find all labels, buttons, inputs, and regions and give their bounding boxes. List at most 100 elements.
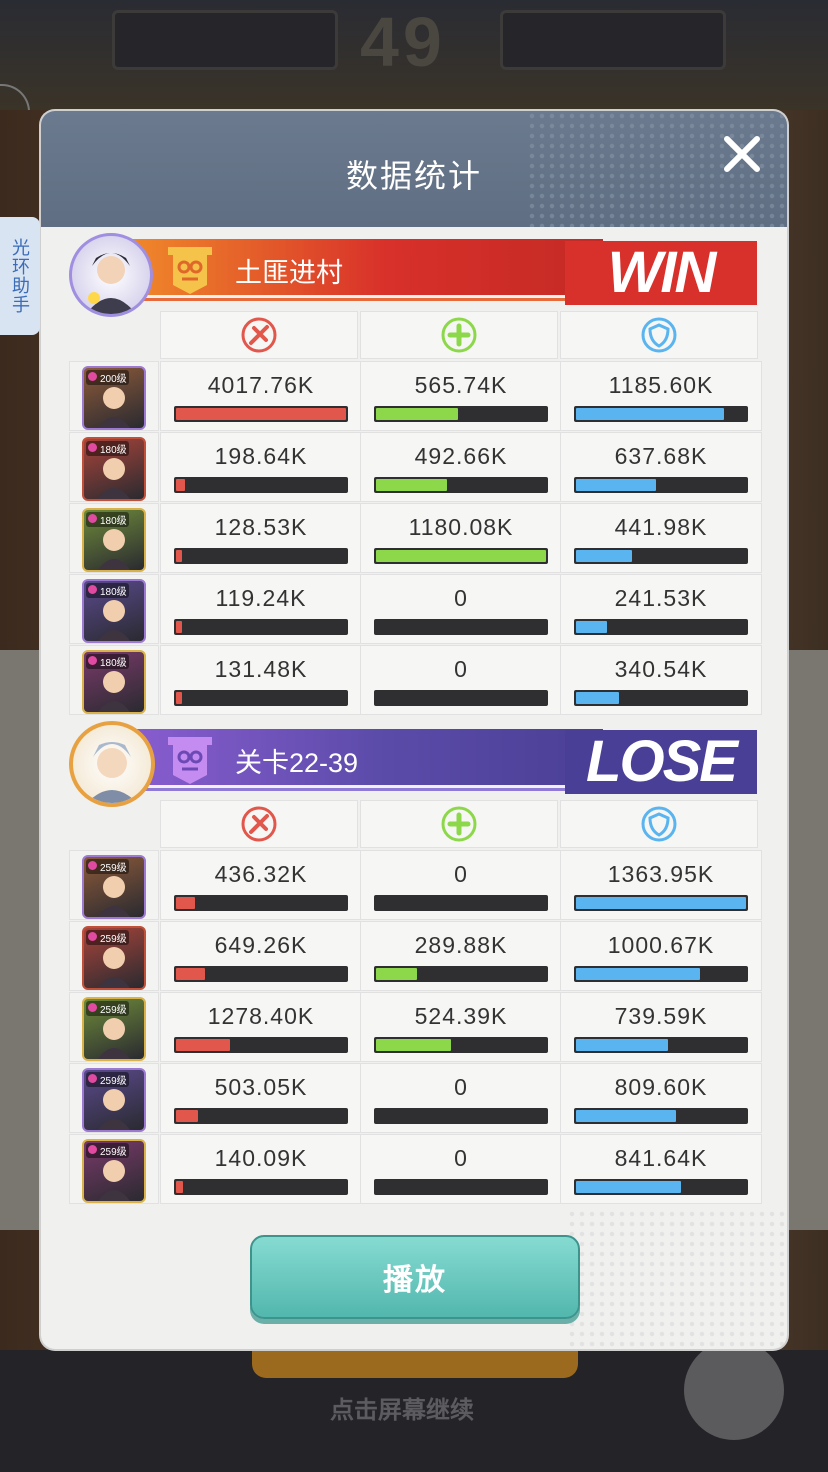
play-button-label: 播放 (383, 1264, 447, 1297)
heal-bar (374, 1037, 548, 1053)
heal-bar-fill (376, 479, 448, 491)
heal-value: 524.39K (414, 1003, 508, 1029)
hero-level-badge: 180级 (86, 583, 129, 598)
heal-value: 0 (454, 585, 468, 611)
hero-portrait[interactable]: 180级 (82, 508, 146, 572)
hero-portrait-cell: 180级 (69, 503, 159, 573)
helper-side-tab[interactable]: 光环助手 (0, 217, 40, 335)
damage-bar-fill (176, 479, 185, 491)
header-heal (360, 800, 558, 848)
shield-bar-fill (576, 550, 633, 562)
hero-stat-row: 259级 140.09K 0 841.64K (69, 1134, 762, 1204)
damage-bar (174, 1037, 348, 1053)
damage-value: 4017.76K (207, 372, 315, 398)
heal-icon (441, 317, 477, 353)
shield-bar-fill (576, 1181, 682, 1193)
player-avatar[interactable] (69, 233, 153, 317)
hero-level-badge: 200级 (86, 370, 129, 385)
shield-bar (574, 1037, 748, 1053)
hero-portrait[interactable]: 259级 (82, 1139, 146, 1203)
hero-portrait[interactable]: 259级 (82, 855, 146, 919)
shield-bar (574, 548, 748, 564)
shield-value: 1000.67K (607, 932, 715, 958)
heal-bar (374, 690, 548, 706)
close-button[interactable] (719, 131, 765, 177)
heal-bar (374, 1179, 548, 1195)
damage-bar-fill (176, 897, 195, 909)
header-shield (560, 800, 758, 848)
damage-bar (174, 895, 348, 911)
shield-icon (641, 317, 677, 353)
hero-stat-row: 200级 4017.76K 565.74K 1185.60K (69, 361, 762, 431)
bg-continue-hint: 点击屏幕继续 (330, 1397, 474, 1424)
damage-cell: 4017.76K (160, 361, 362, 431)
hero-stat-row: 259级 649.26K 289.88K 1000.67K (69, 921, 762, 991)
hero-stat-row: 180级 198.64K 492.66K 637.68K (69, 432, 762, 502)
shield-value: 637.68K (614, 443, 708, 469)
damage-bar (174, 1179, 348, 1195)
heal-cell: 0 (360, 1134, 562, 1204)
hero-stat-row: 259级 436.32K 0 1363.95K (69, 850, 762, 920)
shield-bar-fill (576, 479, 656, 491)
bg-round-number: 49 (360, 3, 446, 81)
heal-value: 0 (454, 1145, 468, 1171)
heal-value: 1180.08K (408, 514, 514, 540)
damage-bar (174, 477, 348, 493)
damage-value: 128.53K (214, 514, 308, 540)
shield-cell: 1363.95K (560, 850, 762, 920)
hero-portrait-cell: 259级 (69, 921, 159, 991)
shield-value: 739.59K (614, 1003, 708, 1029)
team-lose-name: 关卡22-39 (235, 748, 359, 778)
hero-portrait-cell: 180级 (69, 574, 159, 644)
footer-dot-pattern (567, 1209, 787, 1349)
player-portrait-icon (86, 253, 136, 314)
header-heal (360, 311, 558, 359)
hero-portrait[interactable]: 259级 (82, 1068, 146, 1132)
shield-bar-fill (576, 968, 701, 980)
team-lose-banner: 关卡22-39 (125, 729, 603, 791)
hero-portrait[interactable]: 259级 (82, 997, 146, 1061)
hero-portrait[interactable]: 180级 (82, 579, 146, 643)
hero-portrait-cell: 259级 (69, 1134, 159, 1204)
hero-portrait[interactable]: 180级 (82, 437, 146, 501)
shield-bar-fill (576, 1039, 668, 1051)
shield-cell: 1000.67K (560, 921, 762, 991)
damage-value: 119.24K (215, 585, 307, 611)
heal-bar (374, 1108, 548, 1124)
heal-bar (374, 548, 548, 564)
hero-portrait[interactable]: 180级 (82, 650, 146, 714)
damage-cell: 198.64K (160, 432, 362, 502)
heal-value: 492.66K (414, 443, 508, 469)
damage-value: 131.48K (214, 656, 308, 682)
damage-bar (174, 548, 348, 564)
shield-value: 340.54K (614, 656, 708, 682)
damage-bar (174, 406, 348, 422)
hero-portrait[interactable]: 200级 (82, 366, 146, 430)
dialog-header: 数据统计 (41, 111, 787, 227)
heal-icon (441, 806, 477, 842)
heal-bar (374, 966, 548, 982)
damage-value: 140.09K (214, 1145, 308, 1171)
team-win-name: 土匪进村 (235, 258, 343, 288)
heal-bar-fill (376, 1039, 451, 1051)
hero-portrait[interactable]: 259级 (82, 926, 146, 990)
shield-bar (574, 895, 748, 911)
damage-bar-fill (176, 550, 182, 562)
header-damage (160, 311, 358, 359)
win-column-headers (160, 311, 758, 359)
shield-bar (574, 1108, 748, 1124)
bg-orange-button (252, 1350, 578, 1378)
hero-stat-row: 180级 119.24K 0 241.53K (69, 574, 762, 644)
damage-value: 436.32K (214, 861, 308, 887)
heal-bar (374, 477, 548, 493)
heal-value: 0 (454, 656, 468, 682)
damage-value: 1278.40K (207, 1003, 315, 1029)
heal-bar (374, 895, 548, 911)
heal-cell: 289.88K (360, 921, 562, 991)
damage-cell: 436.32K (160, 850, 362, 920)
shield-value: 441.98K (614, 514, 708, 540)
damage-bar-fill (176, 1039, 231, 1051)
play-button[interactable]: 播放 (250, 1235, 580, 1319)
shield-value: 241.53K (614, 585, 708, 611)
shield-cell: 809.60K (560, 1063, 762, 1133)
